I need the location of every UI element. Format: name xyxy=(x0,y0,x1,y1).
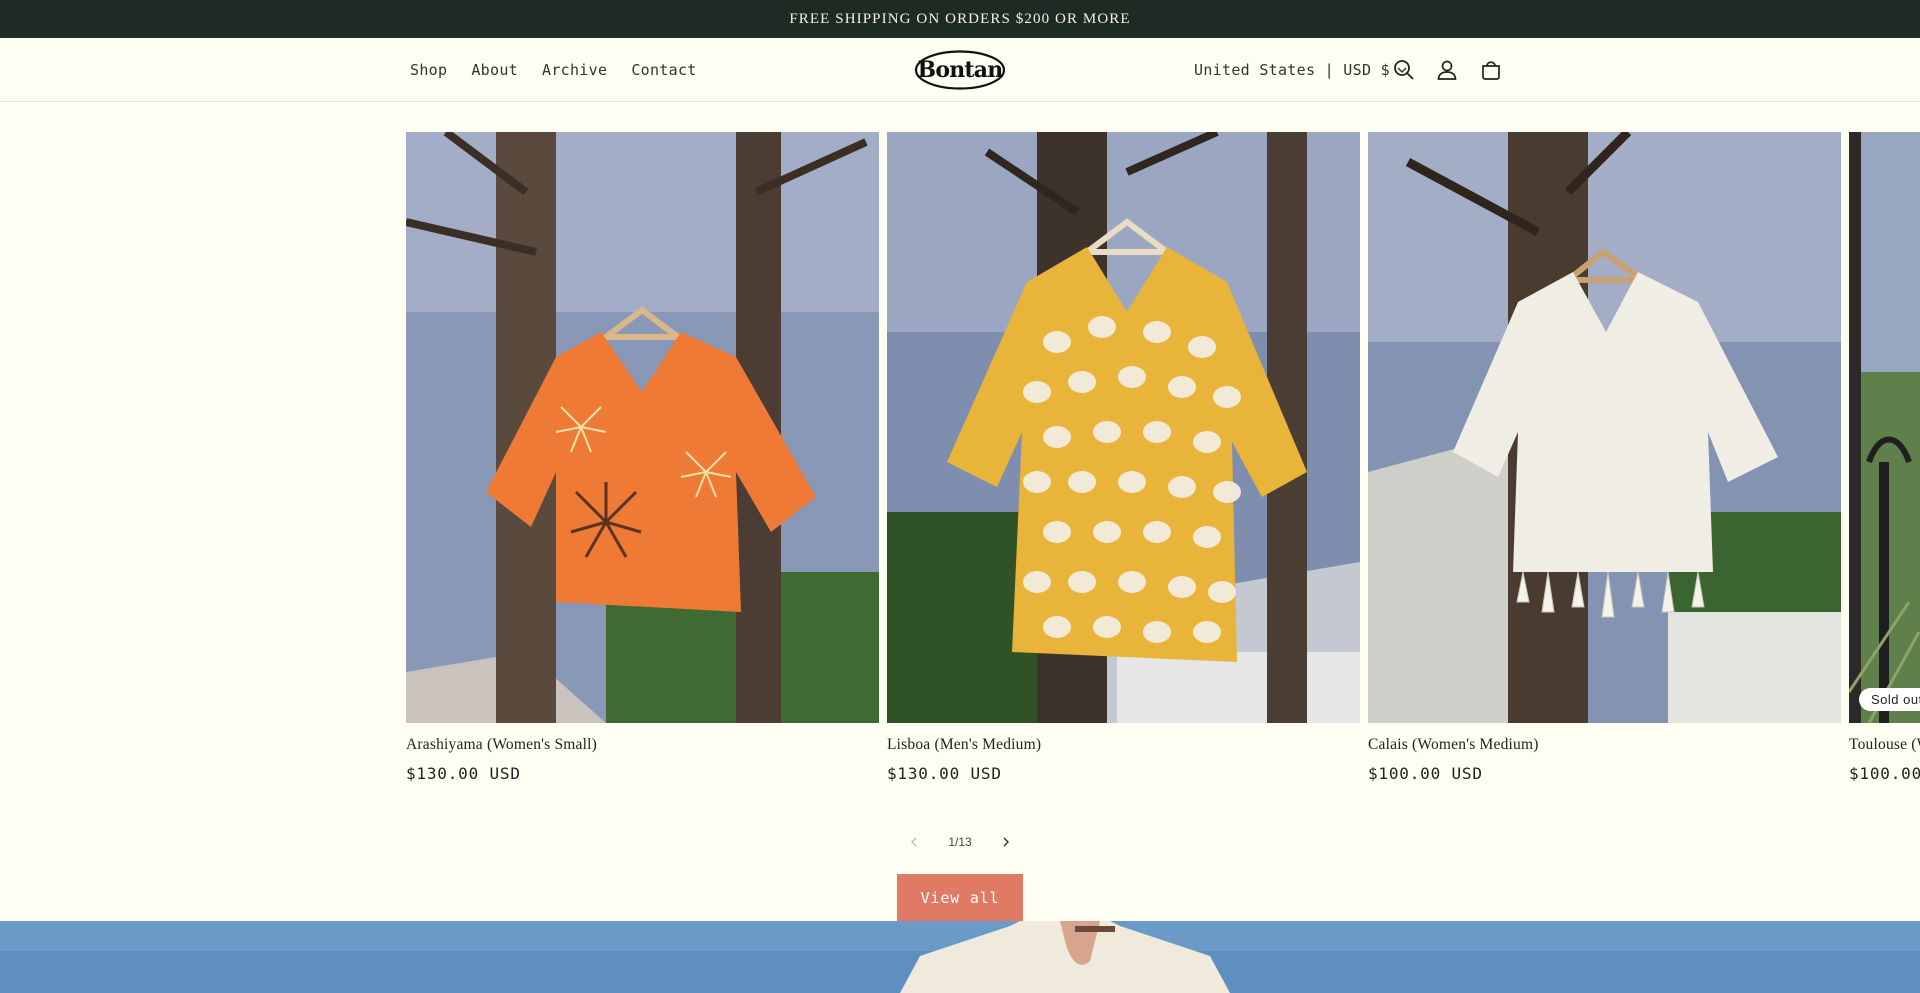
slider-pagination: 1/13 xyxy=(900,828,1020,856)
country-currency-selector[interactable]: United States | USD $ xyxy=(1194,38,1408,102)
product-image[interactable] xyxy=(887,132,1360,723)
hero-banner-image xyxy=(0,921,1920,993)
product-title[interactable]: Lisboa (Men's Medium) xyxy=(887,736,1360,754)
chevron-right-icon xyxy=(1003,837,1009,847)
product-slider: Arashiyama (Women's Small) $130.00 USD L… xyxy=(406,132,1920,802)
logo-text: Bontan xyxy=(918,57,1004,83)
nav-contact[interactable]: Contact xyxy=(619,61,708,79)
product-price: $100.00 USD xyxy=(1368,764,1483,783)
slider-prev-button[interactable] xyxy=(900,828,928,856)
product-card[interactable]: Arashiyama (Women's Small) $130.00 USD xyxy=(406,132,879,783)
bontan-logo[interactable]: Bontan xyxy=(914,50,1006,90)
nav-archive[interactable]: Archive xyxy=(530,61,619,79)
product-price: $100.00 USD xyxy=(1849,764,1920,783)
product-price: $130.00 USD xyxy=(406,764,521,783)
account-icon[interactable] xyxy=(1435,58,1459,82)
product-card[interactable]: Lisboa (Men's Medium) $130.00 USD xyxy=(887,132,1360,783)
announcement-text: FREE SHIPPING ON ORDERS $200 OR MORE xyxy=(789,10,1131,27)
slider-counter: 1/13 xyxy=(948,835,972,849)
product-title[interactable]: Calais (Women's Medium) xyxy=(1368,736,1841,754)
view-all-button[interactable]: View all xyxy=(897,874,1023,921)
product-title[interactable]: Toulouse (Women's Small) xyxy=(1849,736,1920,754)
product-image[interactable] xyxy=(1368,132,1841,723)
site-header: Shop About Archive Contact Bontan United… xyxy=(0,38,1920,102)
product-image[interactable]: Sold out xyxy=(1849,132,1920,723)
announcement-bar: FREE SHIPPING ON ORDERS $200 OR MORE xyxy=(0,0,1920,38)
product-card[interactable]: Sold out Toulouse (Women's Small) $100.0… xyxy=(1849,132,1920,783)
nav-shop[interactable]: Shop xyxy=(405,61,459,79)
locale-label: United States | USD $ xyxy=(1194,61,1390,79)
product-price: $130.00 USD xyxy=(887,764,1002,783)
product-card[interactable]: Calais (Women's Medium) $100.00 USD xyxy=(1368,132,1841,783)
slider-next-button[interactable] xyxy=(992,828,1020,856)
nav-about[interactable]: About xyxy=(459,61,530,79)
main-nav: Shop About Archive Contact xyxy=(405,38,709,102)
product-image[interactable] xyxy=(406,132,879,723)
sold-out-badge: Sold out xyxy=(1859,688,1920,711)
chevron-left-icon xyxy=(911,837,917,847)
product-title[interactable]: Arashiyama (Women's Small) xyxy=(406,736,879,754)
cart-icon[interactable] xyxy=(1479,58,1503,82)
search-icon[interactable] xyxy=(1392,58,1416,82)
